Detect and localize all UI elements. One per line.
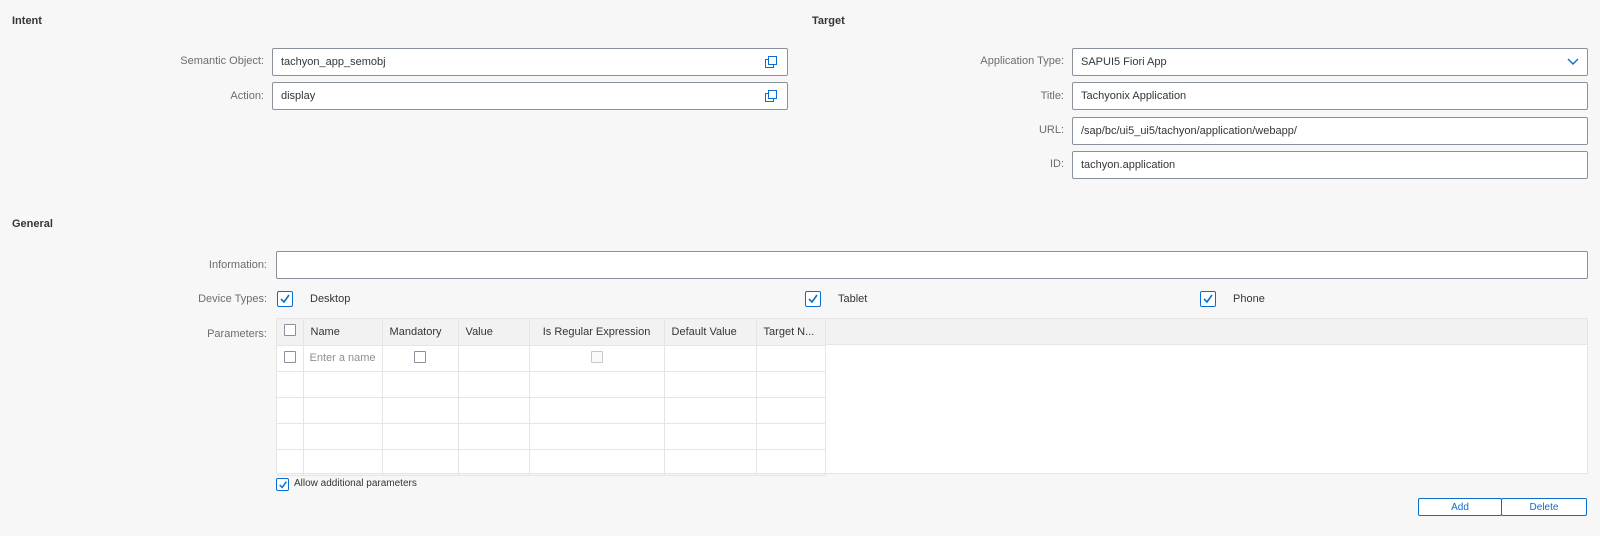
name-placeholder: Enter a name	[309, 352, 376, 364]
url-value: /sap/bc/ui5_ui5/tachyon/application/weba…	[1081, 125, 1297, 137]
semantic-object-value: tachyon_app_semobj	[281, 56, 386, 68]
target-name-cell[interactable]	[756, 345, 826, 372]
device-types-label: Device Types:	[198, 293, 267, 305]
information-input[interactable]	[276, 251, 1588, 279]
allow-additional-label: Allow additional parameters	[294, 478, 417, 489]
column-header-name[interactable]: Name	[303, 319, 383, 346]
select-all-checkbox[interactable]	[283, 324, 296, 337]
information-label: Information:	[208, 259, 267, 271]
title-label: Title:	[1040, 90, 1064, 102]
intent-section-title: Intent	[12, 15, 42, 27]
target-section-title: Target	[812, 15, 845, 27]
table-row	[277, 423, 826, 450]
title-input[interactable]: Tachyonix Application	[1072, 82, 1588, 110]
tablet-checkbox[interactable]	[805, 291, 821, 307]
column-header-value[interactable]: Value	[458, 319, 530, 346]
phone-label: Phone	[1233, 293, 1265, 305]
parameters-grid: Name Mandatory Value Is Regular Expressi…	[277, 319, 826, 476]
url-label: URL:	[1038, 124, 1064, 136]
regex-cell	[529, 345, 665, 372]
title-value: Tachyonix Application	[1081, 90, 1187, 102]
id-value: tachyon.application	[1081, 159, 1176, 171]
add-button[interactable]: Add	[1418, 498, 1502, 516]
action-label: Action:	[230, 90, 264, 102]
delete-button[interactable]: Delete	[1501, 498, 1587, 516]
id-input[interactable]: tachyon.application	[1072, 151, 1588, 179]
allow-additional-checkbox[interactable]	[276, 478, 289, 491]
table-row	[277, 371, 826, 398]
app-type-select[interactable]: SAPUI5 Fiori App	[1072, 48, 1588, 76]
action-value: display	[281, 90, 316, 102]
table-row	[277, 397, 826, 424]
tablet-label: Tablet	[838, 293, 868, 305]
default-value-cell[interactable]	[664, 345, 757, 372]
id-label: ID:	[1049, 158, 1064, 170]
row-select-cell[interactable]	[277, 345, 304, 372]
url-input[interactable]: /sap/bc/ui5_ui5/tachyon/application/weba…	[1072, 117, 1588, 145]
mandatory-checkbox[interactable]	[414, 350, 427, 363]
column-header-target-name[interactable]: Target N...	[756, 319, 826, 346]
checkmark-icon	[1203, 294, 1213, 304]
value-help-icon[interactable]	[763, 88, 779, 104]
app-type-value: SAPUI5 Fiori App	[1081, 56, 1167, 68]
table-header-filler	[814, 319, 1587, 345]
value-cell[interactable]	[458, 345, 530, 372]
checkmark-icon	[808, 294, 818, 304]
checkmark-icon	[280, 294, 290, 304]
name-cell[interactable]: Enter a name	[303, 345, 383, 372]
desktop-label: Desktop	[310, 293, 351, 305]
parameters-label: Parameters:	[207, 328, 267, 340]
checkmark-icon	[278, 480, 287, 489]
general-section-title: General	[12, 218, 53, 230]
chevron-down-icon	[1567, 58, 1579, 66]
mandatory-cell[interactable]	[382, 345, 459, 372]
semantic-object-input[interactable]: tachyon_app_semobj	[272, 48, 788, 76]
phone-checkbox[interactable]	[1200, 291, 1216, 307]
column-header-regex[interactable]: Is Regular Expression	[529, 319, 665, 346]
table-row	[277, 449, 826, 476]
regex-checkbox	[590, 350, 603, 363]
app-type-label: Application Type:	[980, 55, 1064, 67]
table-row: Enter a name	[277, 345, 826, 372]
column-header-mandatory[interactable]: Mandatory	[382, 319, 459, 346]
table-header-row: Name Mandatory Value Is Regular Expressi…	[277, 319, 826, 346]
semantic-object-label: Semantic Object:	[180, 55, 264, 67]
desktop-checkbox[interactable]	[277, 291, 293, 307]
row-select-checkbox[interactable]	[283, 350, 296, 363]
select-all-cell[interactable]	[277, 319, 304, 346]
action-input[interactable]: display	[272, 82, 788, 110]
column-header-default-value[interactable]: Default Value	[664, 319, 757, 346]
parameters-table: Name Mandatory Value Is Regular Expressi…	[276, 318, 1588, 476]
value-help-icon[interactable]	[763, 54, 779, 70]
